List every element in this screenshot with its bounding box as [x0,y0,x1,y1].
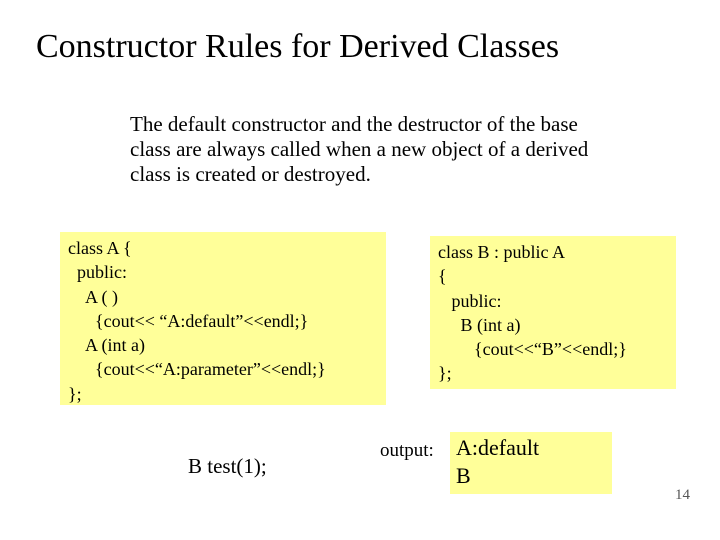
slide: Constructor Rules for Derived Classes Th… [0,0,720,540]
slide-title: Constructor Rules for Derived Classes [36,28,700,66]
output-box: A:default B [450,432,612,494]
code-block-class-b: class B : public A { public: B (int a) {… [430,236,676,389]
code-call: B test(1); [188,454,308,479]
code-block-class-a: class A { public: A ( ) {cout<< “A:defau… [60,232,386,405]
output-label: output: [380,440,434,462]
body-paragraph: The default constructor and the destruct… [130,112,600,188]
page-number: 14 [675,487,690,504]
